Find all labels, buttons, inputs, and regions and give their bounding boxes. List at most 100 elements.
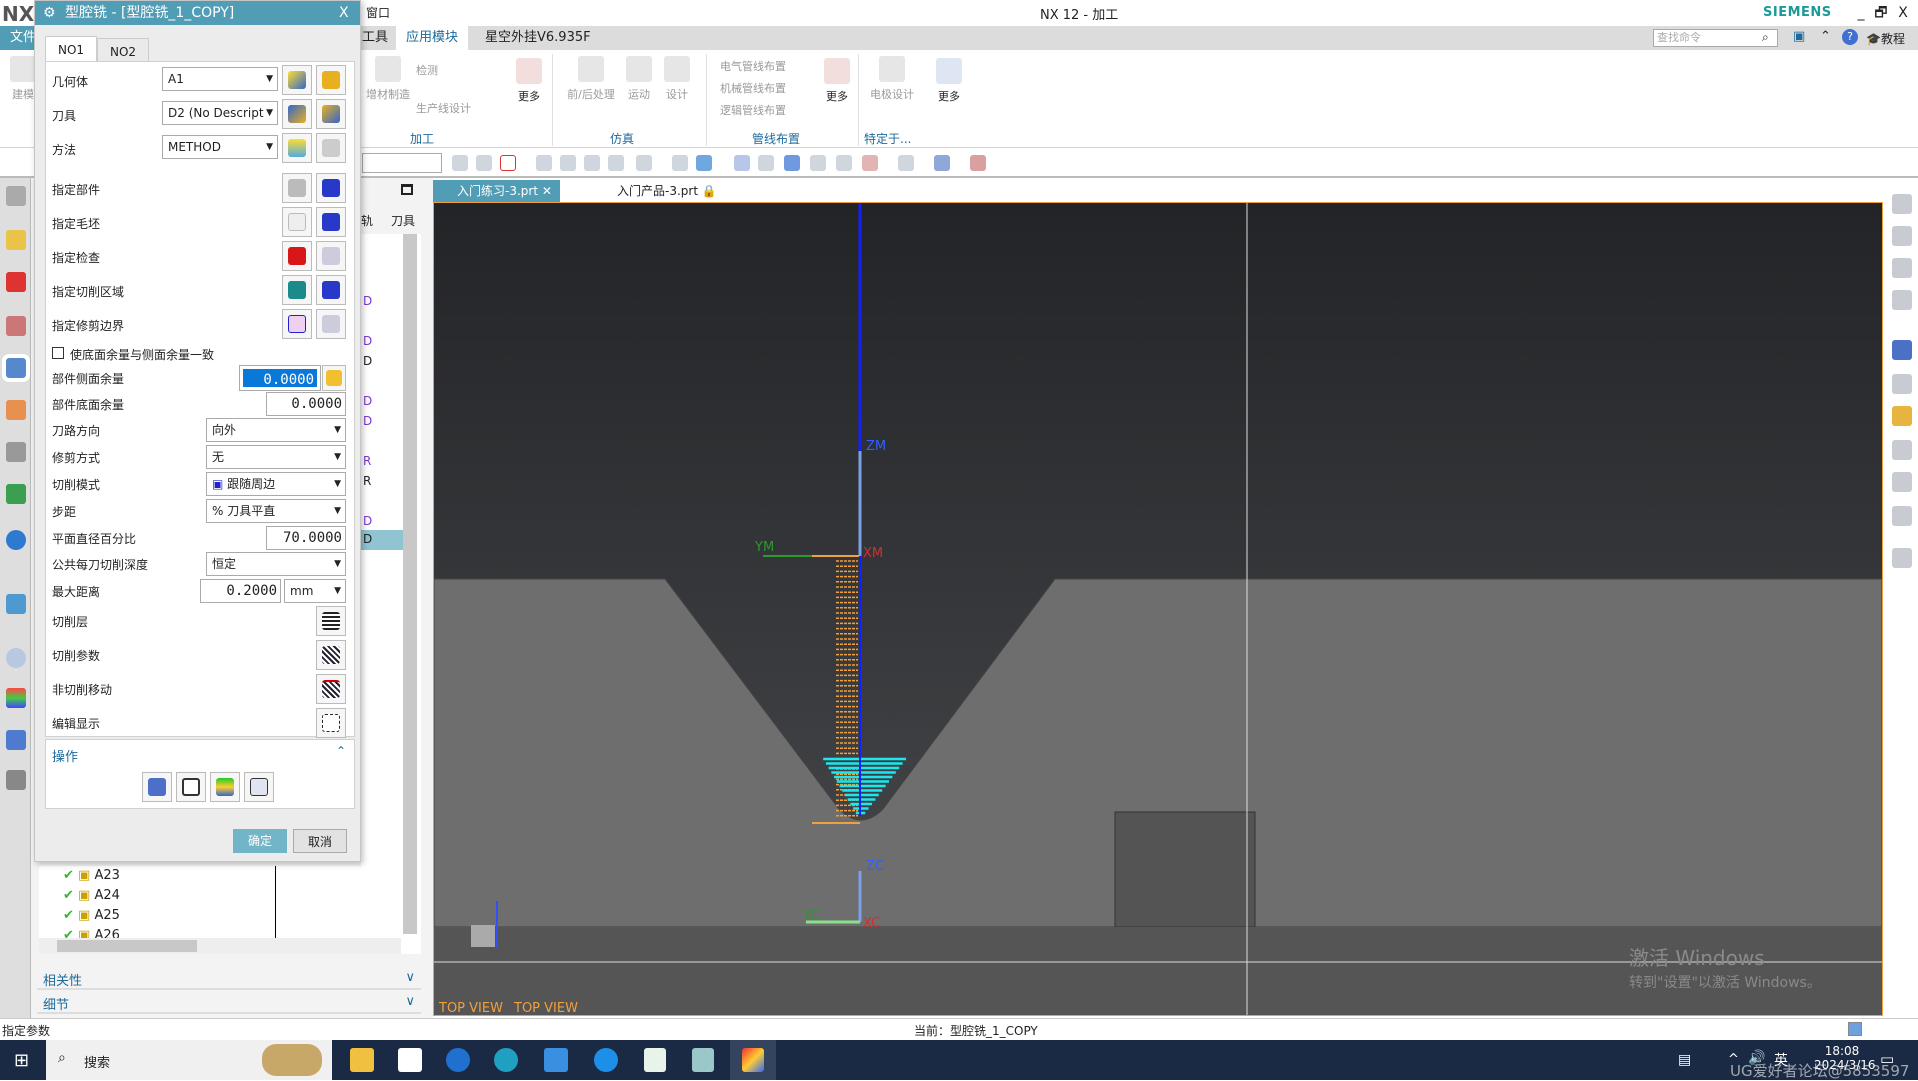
restore-button[interactable]: 🗗 (1870, 2, 1892, 24)
geometry-select[interactable]: A1 ▼ (162, 67, 278, 91)
new-method-button[interactable] (282, 133, 312, 163)
max-distance-input[interactable]: 0.2000 (200, 579, 281, 603)
history-icon[interactable] (6, 648, 26, 668)
method-view-icon[interactable] (1892, 290, 1912, 310)
notepad-icon[interactable] (692, 1048, 714, 1072)
method-select[interactable]: METHOD ▼ (162, 135, 278, 159)
tab-no2[interactable]: NO2 (97, 38, 149, 62)
machine-tool-view-icon[interactable] (1892, 226, 1912, 246)
machine-tool-icon[interactable] (6, 400, 26, 420)
rotate-view-icon[interactable] (784, 155, 800, 171)
web-browser-icon[interactable] (6, 594, 26, 614)
menu-window-partial[interactable]: 窗口 (366, 4, 390, 21)
column-header-tool[interactable]: 刀具 (391, 212, 415, 229)
operation-navigator-icon[interactable] (2, 354, 30, 382)
notification-icon[interactable]: ▭ (1880, 1050, 1894, 1068)
graphics-viewport[interactable]: ZM XM YM ZC XC YC TOP VIEW TOP VIEW 激活 W… (433, 202, 1883, 1016)
collapse-ribbon-icon[interactable]: ⌃ (1820, 29, 1831, 44)
help-icon[interactable]: ? (1842, 29, 1858, 45)
simulate-icon[interactable] (1892, 472, 1912, 492)
display-blank-button[interactable] (316, 207, 346, 237)
geometry-view-icon[interactable] (1892, 258, 1912, 278)
tools-icon[interactable] (6, 770, 26, 790)
render-style-icon[interactable] (898, 155, 914, 171)
fit-icon[interactable] (734, 155, 750, 171)
tab-plugin[interactable]: 星空外挂V6.935F (475, 26, 601, 50)
cut-levels-button[interactable] (316, 606, 346, 636)
select-check-button[interactable] (282, 241, 312, 271)
minimize-button[interactable]: _ (1850, 2, 1872, 24)
path-direction-select[interactable]: 向外 ▼ (206, 418, 346, 442)
part-floor-stock-input[interactable]: 0.0000 (266, 392, 346, 416)
filter-icon[interactable] (476, 155, 492, 171)
assembly-navigator-icon[interactable] (6, 272, 26, 292)
part-side-stock-input[interactable]: 0.0000 (239, 365, 321, 391)
news-icon[interactable]: ▤ (1678, 1052, 1691, 1068)
trim-method-select[interactable]: 无 ▼ (206, 445, 346, 469)
edit-display-button[interactable] (316, 708, 346, 738)
select-trim-boundary-button[interactable] (282, 309, 312, 339)
new-geometry-button[interactable] (282, 65, 312, 95)
ribbon-additive[interactable]: 增材制造 (366, 56, 410, 102)
ribbon-motion[interactable]: 运动 (624, 56, 654, 102)
filter-dropdown[interactable] (362, 153, 442, 173)
ribbon-electrical-routing[interactable]: 电气管线布置 (720, 58, 786, 74)
close-window-button[interactable]: X (1892, 2, 1914, 24)
column-header-path[interactable]: 轨 (361, 212, 373, 229)
cutting-parameters-button[interactable] (316, 640, 346, 670)
search-icon[interactable]: ⌕ (1762, 30, 1769, 45)
rectangle-select-icon[interactable] (636, 155, 652, 171)
simulate-machine-icon[interactable] (1892, 440, 1912, 460)
generate-button[interactable] (142, 772, 172, 802)
stepover-select[interactable]: % 刀具平直 ▼ (206, 499, 346, 523)
verify-button[interactable] (210, 772, 240, 802)
max-distance-unit-select[interactable]: mm ▼ (284, 579, 346, 603)
scroll-thumb[interactable] (57, 940, 197, 952)
tree-item-a25[interactable]: ✔ ▣ A25 (63, 908, 120, 923)
shop-doc-icon[interactable] (1892, 548, 1912, 568)
dialog-close-button[interactable]: X (339, 1, 349, 25)
tool-cell-selected[interactable]: D (359, 530, 403, 550)
edge-icon[interactable] (494, 1048, 518, 1072)
edit-tool-button[interactable] (316, 99, 346, 129)
point-icon[interactable] (584, 155, 600, 171)
tree-item-a24[interactable]: ✔ ▣ A24 (63, 888, 120, 903)
chevron-up-icon[interactable]: ⌃ (336, 744, 346, 758)
edit-geometry-button[interactable] (316, 65, 346, 95)
replay-button[interactable] (176, 772, 206, 802)
ok-button[interactable]: 确定 (233, 829, 287, 853)
ribbon-inspect[interactable]: 检测 (416, 62, 438, 78)
shaded-icon[interactable] (672, 155, 688, 171)
music-icon[interactable] (644, 1048, 666, 1072)
generate-toolpath-icon[interactable] (1892, 340, 1912, 360)
layout-icon[interactable] (862, 155, 878, 171)
ribbon-electrode-design[interactable]: 电极设计 (868, 56, 916, 102)
flat-diameter-input[interactable]: 70.0000 (266, 526, 346, 550)
windows-start-icon[interactable]: ⊞ (14, 1050, 29, 1071)
ribbon-display-icon[interactable]: ▣ (1793, 29, 1805, 44)
machining-library-icon[interactable] (6, 442, 26, 462)
close-tab-icon[interactable]: ✕ (542, 184, 552, 198)
reuse-library-icon[interactable] (6, 484, 26, 504)
taskbar-search[interactable]: ⌕ 搜索 (46, 1040, 332, 1080)
settings-icon[interactable] (6, 186, 26, 206)
ribbon-prepost[interactable]: 前/后处理 (562, 56, 620, 102)
ribbon-production-line[interactable]: 生产线设计 (416, 100, 471, 116)
fullscreen-icon[interactable] (1848, 1022, 1862, 1036)
verify-toolpath-icon[interactable] (1892, 406, 1912, 426)
file-explorer-icon[interactable] (350, 1048, 374, 1072)
select-filter-icon[interactable] (500, 155, 516, 171)
ribbon-logical-routing[interactable]: 逻辑管线布置 (720, 102, 786, 118)
select-cut-area-button[interactable] (282, 275, 312, 305)
orient-view-icon[interactable] (934, 155, 950, 171)
section-dependencies[interactable]: 相关性 ∨ (37, 968, 421, 990)
display-icon[interactable] (970, 155, 986, 171)
app-icon[interactable] (446, 1048, 470, 1072)
tab-application[interactable]: 应用模块 (396, 26, 469, 50)
pan-view-icon[interactable] (810, 155, 826, 171)
vertical-scrollbar[interactable] (403, 234, 417, 934)
list-button[interactable] (244, 772, 274, 802)
doc-tab[interactable]: 入门产品-3.prt 🔒 (593, 180, 725, 202)
tree-item-a26[interactable]: ✔ ▣ A26 (63, 928, 120, 938)
lock-toggle-button[interactable] (322, 365, 346, 391)
